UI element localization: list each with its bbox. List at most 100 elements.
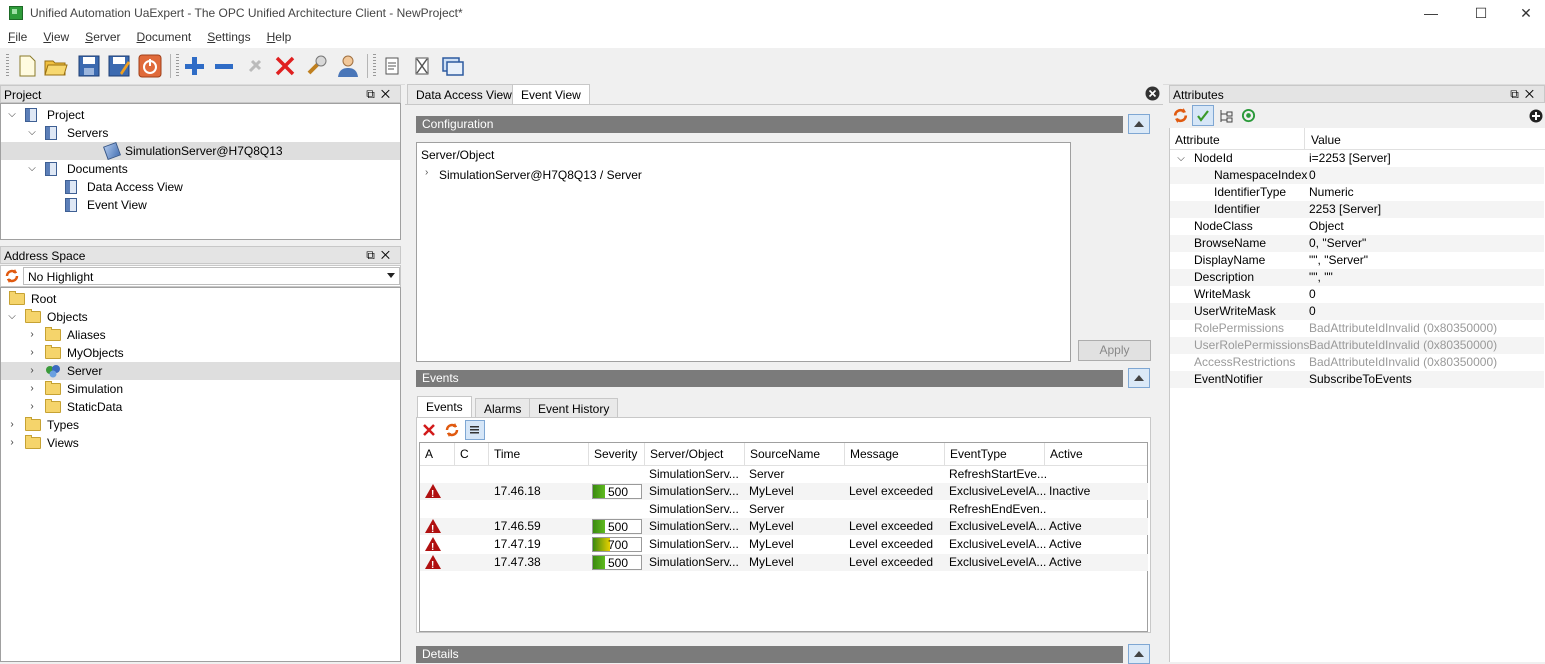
column-header-active[interactable]: Active bbox=[1045, 443, 1147, 465]
open-folder-icon[interactable] bbox=[43, 53, 69, 79]
column-header-value[interactable]: Value bbox=[1311, 133, 1341, 147]
tree-item[interactable]: › Types bbox=[1, 416, 400, 434]
configuration-tree[interactable]: Server/Object › SimulationServer@H7Q8Q13… bbox=[416, 142, 1071, 362]
tab-alarms[interactable]: Alarms bbox=[475, 398, 531, 418]
chevron-down-icon[interactable]: ⌵ bbox=[27, 124, 37, 142]
tree-item[interactable]: › Simulation bbox=[1, 380, 400, 398]
dock-float-close-buttons[interactable]: ⧉✕ bbox=[1510, 87, 1540, 102]
menu-view[interactable]: View bbox=[35, 26, 77, 44]
column-header-a[interactable]: A bbox=[420, 443, 455, 465]
menu-file[interactable]: File bbox=[0, 26, 35, 44]
chevron-right-icon[interactable]: › bbox=[27, 344, 37, 362]
toolbar-grip[interactable] bbox=[176, 54, 179, 78]
refresh-icon[interactable] bbox=[444, 422, 460, 438]
disconnect-icon[interactable] bbox=[272, 53, 298, 79]
chevron-right-icon[interactable]: › bbox=[27, 380, 37, 398]
attribute-row[interactable]: DisplayName "", "Server" bbox=[1170, 252, 1544, 269]
refresh-icon[interactable] bbox=[4, 268, 20, 284]
toolbar-grip[interactable] bbox=[373, 54, 376, 78]
table-row[interactable]: SimulationServ... Server RefreshStartEve..… bbox=[420, 466, 1148, 483]
add-icon[interactable] bbox=[1529, 109, 1543, 123]
column-settings-button[interactable] bbox=[465, 420, 485, 440]
attribute-row[interactable]: UserWriteMask 0 bbox=[1170, 303, 1544, 320]
new-document-icon[interactable] bbox=[14, 53, 40, 79]
menu-help[interactable]: Help bbox=[259, 26, 300, 44]
tab-event-view[interactable]: Event View bbox=[512, 84, 590, 105]
dock-float-close-buttons[interactable]: ⧉✕ bbox=[366, 248, 396, 263]
column-header-time[interactable]: Time bbox=[489, 443, 589, 465]
chevron-down-icon[interactable]: ⌵ bbox=[1176, 150, 1186, 167]
tree-item[interactable]: ⌵ Servers bbox=[1, 124, 400, 142]
attribute-row[interactable]: NamespaceIndex 0 bbox=[1170, 167, 1544, 184]
report-icon[interactable] bbox=[379, 53, 405, 79]
chevron-down-icon[interactable]: ⌵ bbox=[27, 160, 37, 178]
table-row[interactable]: 17.46.59 SimulationServ... MyLevel Level ex… bbox=[420, 518, 1148, 538]
attribute-row[interactable]: BrowseName 0, "Server" bbox=[1170, 235, 1544, 252]
address-space-tree[interactable]: Root ⌵ Objects › Aliases › MyObjects › Server › Si… bbox=[0, 287, 401, 662]
save-icon[interactable] bbox=[76, 53, 102, 79]
tab-data-access-view[interactable]: Data Access View bbox=[407, 84, 521, 105]
attribute-row[interactable]: WriteMask 0 bbox=[1170, 286, 1544, 303]
attribute-row[interactable]: RolePermissions BadAttributeIdInvalid (0x… bbox=[1170, 320, 1544, 337]
tree-item[interactable]: ⌵ Objects bbox=[1, 308, 400, 326]
configuration-item[interactable]: SimulationServer@H7Q8Q13 / Server bbox=[439, 168, 642, 182]
close-button[interactable]: ✕ bbox=[1503, 0, 1545, 26]
minimize-button[interactable]: — bbox=[1408, 0, 1454, 26]
chevron-down-icon[interactable]: ⌵ bbox=[7, 308, 17, 326]
tree-item[interactable]: Root bbox=[1, 290, 400, 308]
attribute-row[interactable]: EventNotifier SubscribeToEvents bbox=[1170, 371, 1544, 388]
attribute-row[interactable]: Description "", "" bbox=[1170, 269, 1544, 286]
close-view-icon[interactable] bbox=[1145, 86, 1160, 101]
attributes-table[interactable]: Attribute Value ⌵ NodeId i=2253 [Server] Na… bbox=[1169, 128, 1545, 662]
menu-document[interactable]: Document bbox=[129, 26, 200, 44]
tree-item[interactable]: Data Access View bbox=[1, 178, 400, 196]
events-table[interactable]: A C Time Severity Server/Object SourceNa… bbox=[419, 442, 1148, 632]
menu-settings[interactable]: Settings bbox=[199, 26, 258, 44]
column-header-server-object[interactable]: Server/Object bbox=[645, 443, 745, 465]
settings-wrench-icon[interactable] bbox=[303, 53, 329, 79]
delete-events-icon[interactable] bbox=[422, 423, 436, 437]
target-icon[interactable] bbox=[1241, 108, 1256, 123]
table-row[interactable]: 17.46.18 SimulationServ... MyLevel Level ex… bbox=[420, 483, 1148, 503]
tree-item[interactable]: ⌵ Project bbox=[1, 106, 400, 124]
attribute-row[interactable]: UserRolePermissions BadAttributeIdInvalid… bbox=[1170, 337, 1544, 354]
tree-item[interactable]: Event View bbox=[1, 196, 400, 214]
tree-item[interactable]: › MyObjects bbox=[1, 344, 400, 362]
expand-arrow-icon[interactable]: › bbox=[425, 167, 428, 178]
power-icon[interactable] bbox=[137, 53, 163, 79]
column-header-severity[interactable]: Severity bbox=[589, 443, 645, 465]
dock-float-close-buttons[interactable]: ⧉✕ bbox=[366, 87, 396, 102]
column-header-message[interactable]: Message bbox=[845, 443, 945, 465]
column-header-attribute[interactable]: Attribute bbox=[1175, 133, 1220, 147]
chevron-right-icon[interactable]: › bbox=[27, 326, 37, 344]
add-server-icon[interactable] bbox=[181, 53, 207, 79]
collapse-events-button[interactable] bbox=[1128, 368, 1150, 388]
tree-item[interactable]: › StaticData bbox=[1, 398, 400, 416]
attribute-row[interactable]: NodeClass Object bbox=[1170, 218, 1544, 235]
collapse-configuration-button[interactable] bbox=[1128, 114, 1150, 134]
tree-icon[interactable] bbox=[1218, 108, 1234, 124]
toolbar-grip[interactable] bbox=[6, 54, 9, 78]
apply-button[interactable]: Apply bbox=[1078, 340, 1151, 361]
user-icon[interactable] bbox=[335, 53, 361, 79]
column-header-event-type[interactable]: EventType bbox=[945, 443, 1045, 465]
remove-server-icon[interactable] bbox=[211, 53, 237, 79]
column-header-source-name[interactable]: SourceName bbox=[745, 443, 845, 465]
table-row[interactable]: 17.47.38 SimulationServ... MyLevel Level ex… bbox=[420, 554, 1148, 574]
project-tree[interactable]: ⌵ Project ⌵ Servers SimulationServer@H7Q8Q13… bbox=[0, 103, 401, 240]
tree-item[interactable]: SimulationServer@H7Q8Q13 bbox=[1, 142, 400, 160]
collapse-details-button[interactable] bbox=[1128, 644, 1150, 664]
clear-icon[interactable] bbox=[409, 53, 435, 79]
chevron-right-icon[interactable]: › bbox=[27, 398, 37, 416]
table-row[interactable]: SimulationServ... Server RefreshEndEven... bbox=[420, 501, 1148, 518]
attribute-row[interactable]: IdentifierType Numeric bbox=[1170, 184, 1544, 201]
column-header-c[interactable]: C bbox=[455, 443, 489, 465]
tab-events[interactable]: Events bbox=[417, 396, 472, 418]
tree-item[interactable]: ⌵ Documents bbox=[1, 160, 400, 178]
chevron-right-icon[interactable]: › bbox=[27, 362, 37, 380]
refresh-icon[interactable] bbox=[1172, 107, 1189, 124]
tree-item[interactable]: › Server bbox=[1, 362, 400, 380]
chevron-down-icon[interactable]: ⌵ bbox=[7, 106, 17, 124]
attribute-row[interactable]: AccessRestrictions BadAttributeIdInvalid … bbox=[1170, 354, 1544, 371]
tab-event-history[interactable]: Event History bbox=[529, 398, 619, 418]
